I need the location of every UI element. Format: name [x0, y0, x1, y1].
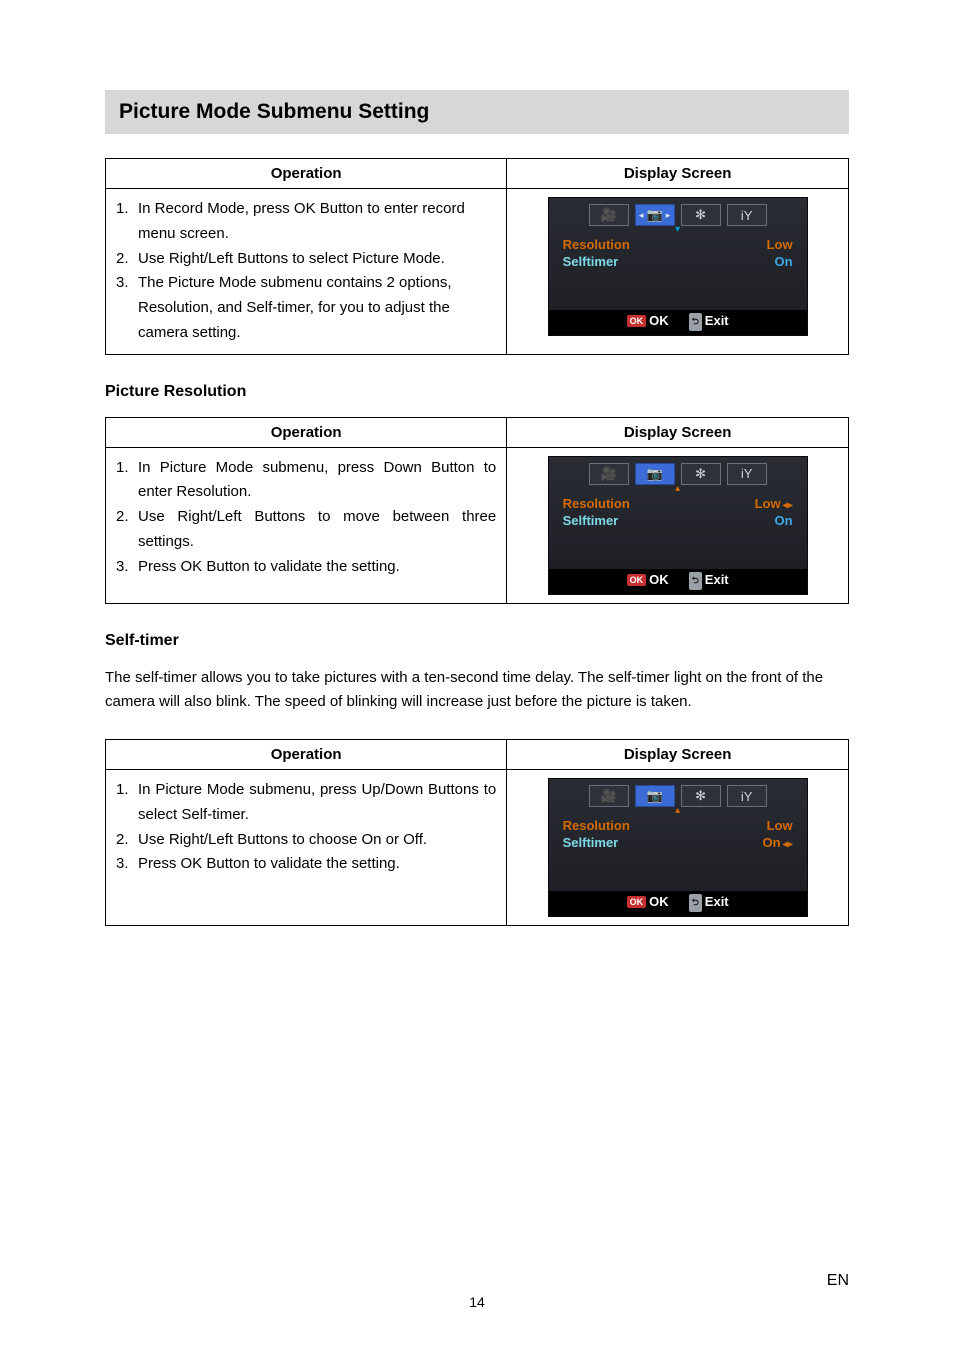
language-badge: EN	[827, 1272, 849, 1290]
lcd-screen: 🎥 📷 ✻ iY ▴ ResolutionLow SelftimerOn◂▸ O…	[548, 778, 808, 917]
list-item: 2.Use Right/Left Buttons to select Pictu…	[116, 247, 496, 272]
list-item: 1.In Picture Mode submenu, press Down Bu…	[116, 456, 496, 506]
ok-badge-icon: OK	[627, 896, 647, 908]
left-right-arrows-icon: ◂▸	[781, 500, 793, 511]
table-picture-resolution: Operation Display Screen 1.In Picture Mo…	[105, 417, 849, 604]
effect-tab-icon: ✻	[681, 204, 721, 226]
video-tab-icon: 🎥	[589, 204, 629, 226]
setting-tab-icon: iY	[727, 204, 767, 226]
display-screen-cell: 🎥 ◂ 📷 ▸ ✻ iY ▾ ResolutionLow SelftimerOn…	[507, 189, 849, 355]
list-item: 3.The Picture Mode submenu contains 2 op…	[116, 271, 496, 345]
camera-tab-icon: ◂ 📷 ▸	[635, 204, 675, 226]
lcd-footer: OKOK ⮌Exit	[549, 891, 807, 916]
section-title: Picture Mode Submenu Setting	[105, 90, 849, 134]
list-item: 1.In Picture Mode submenu, press Up/Down…	[116, 778, 496, 828]
video-tab-icon: 🎥	[589, 463, 629, 485]
subheading-self-timer: Self-timer	[105, 632, 849, 650]
exit-badge-icon: ⮌	[689, 894, 702, 912]
subheading-picture-resolution: Picture Resolution	[105, 383, 849, 401]
down-arrow-icon: ▾	[549, 226, 807, 236]
menu-row-resolution: ResolutionLow	[549, 817, 807, 834]
video-tab-icon: 🎥	[589, 785, 629, 807]
ok-badge-icon: OK	[627, 315, 647, 327]
col-header-operation: Operation	[106, 417, 507, 447]
page-number: 14	[0, 1294, 954, 1310]
menu-row-selftimer: SelftimerOn	[549, 512, 807, 529]
ok-badge-icon: OK	[627, 574, 647, 586]
setting-tab-icon: iY	[727, 463, 767, 485]
operation-cell: 1.In Picture Mode submenu, press Up/Down…	[106, 770, 507, 926]
display-screen-cell: 🎥 📷 ✻ iY ▴ ResolutionLow SelftimerOn◂▸ O…	[507, 770, 849, 926]
table-picture-mode-submenu: Operation Display Screen 1.In Record Mod…	[105, 158, 849, 355]
list-item: 2.Use Right/Left Buttons to choose On or…	[116, 828, 496, 853]
menu-row-selftimer: SelftimerOn	[549, 253, 807, 270]
up-arrow-icon: ▴	[549, 807, 807, 817]
camera-tab-icon: 📷	[635, 463, 675, 485]
effect-tab-icon: ✻	[681, 463, 721, 485]
list-item: 3.Press OK Button to validate the settin…	[116, 555, 496, 580]
lcd-footer: OKOK ⮌Exit	[549, 569, 807, 594]
lcd-screen: 🎥 ◂ 📷 ▸ ✻ iY ▾ ResolutionLow SelftimerOn…	[548, 197, 808, 336]
setting-tab-icon: iY	[727, 785, 767, 807]
operation-cell: 1.In Picture Mode submenu, press Down Bu…	[106, 447, 507, 603]
exit-badge-icon: ⮌	[689, 572, 702, 590]
col-header-display-screen: Display Screen	[507, 417, 849, 447]
menu-row-resolution: ResolutionLow	[549, 236, 807, 253]
lcd-screen: 🎥 📷 ✻ iY ▴ ResolutionLow◂▸ SelftimerOn O…	[548, 456, 808, 595]
display-screen-cell: 🎥 📷 ✻ iY ▴ ResolutionLow◂▸ SelftimerOn O…	[507, 447, 849, 603]
list-item: 2.Use Right/Left Buttons to move between…	[116, 505, 496, 555]
col-header-operation: Operation	[106, 159, 507, 189]
self-timer-description: The self-timer allows you to take pictur…	[105, 666, 849, 716]
left-right-arrows-icon: ◂▸	[781, 839, 793, 850]
camera-tab-icon: 📷	[635, 785, 675, 807]
col-header-display-screen: Display Screen	[507, 159, 849, 189]
col-header-display-screen: Display Screen	[507, 740, 849, 770]
menu-row-resolution: ResolutionLow◂▸	[549, 495, 807, 512]
list-item: 3.Press OK Button to validate the settin…	[116, 852, 496, 877]
exit-badge-icon: ⮌	[689, 313, 702, 331]
menu-row-selftimer: SelftimerOn◂▸	[549, 834, 807, 851]
lcd-footer: OKOK ⮌Exit	[549, 310, 807, 335]
operation-cell: 1.In Record Mode, press OK Button to ent…	[106, 189, 507, 355]
effect-tab-icon: ✻	[681, 785, 721, 807]
col-header-operation: Operation	[106, 740, 507, 770]
up-arrow-icon: ▴	[549, 485, 807, 495]
list-item: 1.In Record Mode, press OK Button to ent…	[116, 197, 496, 247]
table-self-timer: Operation Display Screen 1.In Picture Mo…	[105, 739, 849, 926]
